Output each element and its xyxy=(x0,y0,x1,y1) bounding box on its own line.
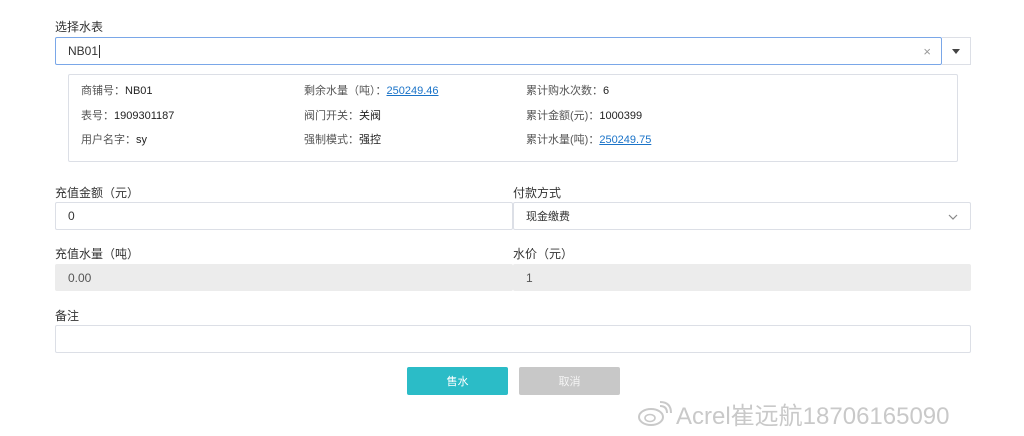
water-label: 充值水量（吨） xyxy=(55,247,140,261)
remaining-water-label: 剩余水量（吨）： xyxy=(304,85,387,97)
remark-input[interactable] xyxy=(55,325,971,353)
cancel-button[interactable]: 取消 xyxy=(519,367,620,395)
payment-label: 付款方式 xyxy=(513,186,562,200)
total-amount-info: 累计金额(元)：1000399 xyxy=(526,107,642,123)
payment-select[interactable]: 现金缴费 xyxy=(513,202,971,230)
shop-no-label: 商铺号： xyxy=(81,85,125,97)
price-input: 1 xyxy=(513,264,971,291)
meter-no-value: 1909301187 xyxy=(114,110,175,122)
purchase-count-value: 6 xyxy=(603,85,610,97)
remark-label: 备注 xyxy=(55,309,80,323)
user-name-label: 用户名字： xyxy=(81,134,136,146)
amount-label: 充值金额（元） xyxy=(55,186,140,200)
chevron-down-icon xyxy=(948,214,958,220)
amount-value: 0 xyxy=(68,209,75,223)
meter-no-info: 表号：1909301187 xyxy=(81,107,174,123)
payment-value: 现金缴费 xyxy=(526,211,570,223)
price-value: 1 xyxy=(526,270,533,285)
force-mode-value: 强控 xyxy=(359,134,381,146)
caret-down-icon xyxy=(952,48,960,54)
price-label: 水价（元） xyxy=(513,247,574,261)
amount-input[interactable]: 0 xyxy=(55,202,513,230)
meter-no-label: 表号： xyxy=(81,110,114,122)
watermark: Acrel崔远航18706165090 xyxy=(636,396,950,431)
meter-select-value: NB01 xyxy=(68,44,99,58)
watermark-text: Acrel崔远航18706165090 xyxy=(676,403,950,430)
meter-select-label: 选择水表 xyxy=(55,20,104,34)
water-value: 0.00 xyxy=(68,270,92,285)
sell-water-button[interactable]: 售水 xyxy=(407,367,508,395)
total-water-info: 累计水量(吨)：250249.75 xyxy=(526,131,651,147)
user-name-info: 用户名字：sy xyxy=(81,131,147,147)
text-cursor xyxy=(99,44,101,58)
total-amount-label: 累计金额(元)： xyxy=(526,110,600,122)
total-water-link[interactable]: 250249.75 xyxy=(599,134,651,146)
purchase-count-label: 累计购水次数： xyxy=(526,85,603,97)
remaining-water-link[interactable]: 250249.46 xyxy=(387,85,439,97)
total-amount-value: 1000399 xyxy=(599,110,643,122)
shop-no-value: NB01 xyxy=(125,85,153,97)
weibo-icon xyxy=(638,400,672,426)
water-input: 0.00 xyxy=(55,264,513,291)
meter-select-input[interactable]: NB01 × xyxy=(55,37,942,65)
meter-info-panel: 商铺号：NB01 表号：1909301187 用户名字：sy 剩余水量（吨）：2… xyxy=(68,74,958,162)
force-mode-label: 强制模式： xyxy=(304,134,359,146)
close-icon[interactable]: × xyxy=(923,44,931,59)
remaining-water-info: 剩余水量（吨）：250249.46 xyxy=(304,82,439,98)
total-water-label: 累计水量(吨)： xyxy=(526,134,600,146)
valve-value: 关阀 xyxy=(359,110,381,122)
valve-info: 阀门开关：关阀 xyxy=(304,107,381,123)
purchase-count-info: 累计购水次数：6 xyxy=(526,82,609,98)
valve-label: 阀门开关： xyxy=(304,110,359,122)
meter-select-dropdown-button[interactable] xyxy=(942,37,971,65)
user-name-value: sy xyxy=(136,134,147,146)
force-mode-info: 强制模式：强控 xyxy=(304,131,381,147)
shop-no-info: 商铺号：NB01 xyxy=(81,82,153,98)
